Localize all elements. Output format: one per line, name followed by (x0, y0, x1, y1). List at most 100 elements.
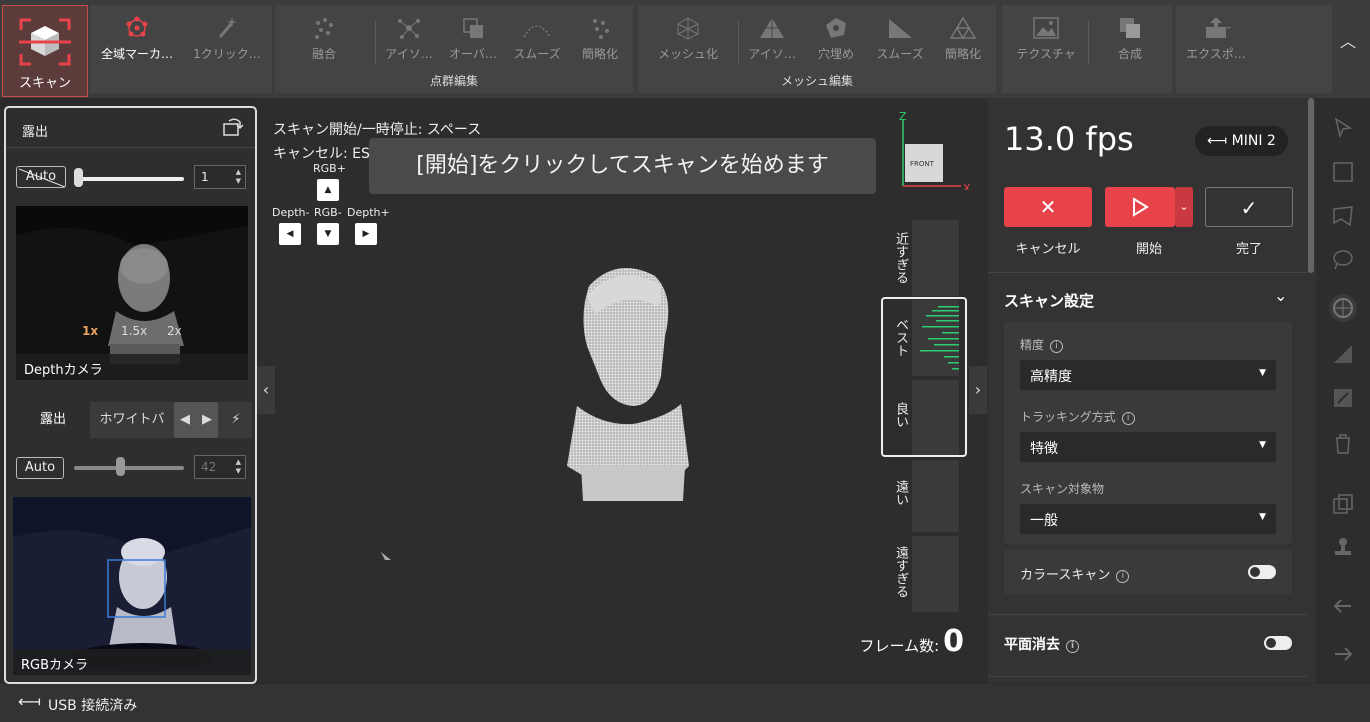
zoom-1-5x-button[interactable]: 1.5x (121, 324, 147, 338)
fuse-button[interactable]: 融合 (289, 5, 359, 71)
depth-exposure-slider[interactable] (76, 177, 184, 181)
fill-holes-icon (826, 18, 846, 38)
zoom-2x-button[interactable]: 2x (167, 324, 182, 338)
cursor-pointer-icon (381, 552, 391, 560)
sphere-view-icon[interactable] (1327, 292, 1359, 324)
collapse-left-panel-icon[interactable]: ‹ (257, 366, 275, 414)
chevron-down-icon[interactable]: ⌄ (1274, 286, 1287, 305)
expand-right-icon[interactable]: › (969, 366, 987, 414)
spin-arrows-icon[interactable]: ▲ ▼ (236, 168, 241, 186)
lasso-select-icon[interactable] (1331, 204, 1355, 228)
edit-tools-bar (1316, 98, 1370, 683)
start-scan-button[interactable] (1105, 187, 1175, 227)
depth-plus-key[interactable]: ▶ (355, 223, 377, 245)
spin-arrows-icon[interactable]: ▲ ▼ (236, 458, 241, 476)
depth-auto-button[interactable]: Auto (16, 166, 66, 188)
tab-exposure[interactable]: 露出 (16, 402, 90, 438)
pc-simplify-label: 簡略化 (581, 47, 618, 61)
precision-select[interactable]: 高精度 ▼ (1020, 360, 1276, 390)
3d-viewport[interactable]: スキャン開始/一時停止: スペース キャンセル: ES [開始]をクリックしてス… (257, 98, 988, 683)
scan-object-select[interactable]: 一般 ▼ (1020, 504, 1276, 534)
finish-scan-button[interactable]: ✓ (1205, 187, 1293, 227)
right-panel-scrollbar[interactable] (1308, 98, 1314, 273)
camera-panel: 露出 Auto 1 ▲ ▼ 1x 1.5x 2x Depthカメラ 露出 ホワイ… (4, 106, 257, 684)
done-label: 完了 (1235, 242, 1262, 257)
play-icon (1133, 197, 1149, 217)
zoom-1x-button[interactable]: 1x (82, 324, 98, 338)
tracking-select[interactable]: 特徴 ▼ (1020, 432, 1276, 462)
texture-label: テクスチャ (1016, 47, 1076, 61)
select-pointer-icon[interactable] (1331, 116, 1355, 140)
undo-icon[interactable] (1331, 594, 1355, 618)
plane-removal-toggle[interactable] (1264, 636, 1292, 650)
rgb-camera-label: RGBカメラ (13, 649, 251, 675)
scan-button[interactable]: スキャン (2, 5, 88, 97)
depth-minus-key[interactable]: ◀ (279, 223, 301, 245)
info-icon[interactable]: i (1116, 570, 1130, 583)
start-dropdown-icon[interactable]: ⌄ (1175, 187, 1193, 227)
info-icon[interactable]: i (1050, 340, 1064, 353)
pc-smooth-button[interactable]: スムーズ (505, 5, 569, 71)
export-dropdown-icon[interactable]: ⌄ (1224, 19, 1233, 32)
reset-icon[interactable] (221, 116, 243, 138)
depth-exposure-slider-thumb[interactable] (74, 168, 83, 187)
brush-select-icon[interactable] (1331, 248, 1355, 272)
overlap-button[interactable]: オーバ… (441, 5, 505, 71)
tab-prev-icon[interactable]: ◀ (174, 402, 196, 438)
info-icon[interactable]: i (1066, 640, 1079, 653)
divider (988, 614, 1308, 615)
plane-cut-icon[interactable] (1331, 342, 1355, 366)
quality-best-label: ベスト (893, 318, 908, 357)
merge-button[interactable]: 合成 (1092, 5, 1168, 71)
depth-plus-label: Depth+ (347, 206, 390, 219)
stamp-icon[interactable] (1331, 536, 1355, 560)
delete-icon[interactable] (1331, 432, 1355, 456)
redo-icon[interactable] (1331, 642, 1355, 666)
depth-exposure-spinbox[interactable]: 1 ▲ ▼ (194, 165, 246, 189)
copy-icon[interactable] (1331, 492, 1355, 516)
mesh-isolation-button[interactable]: アイソ… (740, 5, 804, 71)
pc-isolation-button[interactable]: アイソ… (377, 5, 441, 71)
texture-button[interactable]: テクスチャ (1006, 5, 1086, 71)
invert-selection-icon[interactable] (1331, 386, 1355, 410)
usb-icon: ⟻ (1207, 133, 1228, 149)
color-scan-toggle[interactable] (1248, 565, 1276, 579)
scan-settings-title[interactable]: スキャン設定 (1004, 290, 1094, 311)
quality-too-close-label: 近すぎる (893, 232, 908, 284)
rgb-exposure-slider[interactable] (74, 466, 184, 470)
rgb-minus-key[interactable]: ▼ (317, 223, 339, 245)
collapse-toolbar-icon[interactable]: ︿ (1340, 28, 1356, 52)
global-marker-label: 全域マーカ… (100, 47, 173, 61)
cancel-scan-button[interactable]: ✕ (1004, 187, 1092, 227)
tab-next-icon[interactable]: ▶ (196, 402, 218, 438)
mesh-label: メッシュ化 (657, 47, 718, 61)
global-marker-button[interactable]: 全域マーカ… (94, 5, 180, 71)
overlap-icon (463, 18, 483, 38)
scan-control-panel: 13.0 fps ⟻ MINI 2 ✕ ⌄ ✓ キャンセル 開始 完了 スキャン… (988, 98, 1316, 683)
rgb-exposure-spinbox[interactable]: 42 ▲ ▼ (194, 455, 246, 479)
tab-white-balance[interactable]: ホワイトバ (90, 402, 174, 438)
rect-select-icon[interactable] (1331, 160, 1355, 184)
pc-simplify-button[interactable]: 簡略化 (569, 5, 631, 71)
point-cloud-edit-caption: 点群編集 (429, 74, 478, 88)
rgb-exposure-slider-thumb[interactable] (116, 457, 125, 476)
mesh-simplify-button[interactable]: 簡略化 (932, 5, 994, 71)
caret-down-icon: ▼ (1259, 512, 1266, 522)
mesh-smooth-button[interactable]: スムーズ (868, 5, 932, 71)
orientation-cube[interactable]: FRONT Z X (893, 108, 975, 190)
rgb-auto-button[interactable]: Auto (16, 457, 64, 479)
rgb-plus-key[interactable]: ▲ (317, 179, 339, 201)
export-button[interactable]: エクスポ… (1180, 5, 1252, 71)
toolbar-separator (738, 21, 739, 65)
divider (988, 272, 1308, 273)
flash-off-icon[interactable]: ⚡ (220, 402, 252, 438)
info-icon[interactable]: i (1121, 412, 1135, 425)
distance-bar-too-far (912, 536, 959, 612)
scan-label: スキャン (18, 76, 71, 91)
mesh-button[interactable]: メッシュ化 (650, 5, 726, 71)
one-click-button[interactable]: 1クリック… (184, 5, 270, 71)
mesh-smooth-icon (889, 19, 912, 38)
fill-holes-button[interactable]: 穴埋め (804, 5, 868, 71)
toolbar-group-texture: テクスチャ 合成 (1002, 5, 1172, 93)
simplify-icon (593, 19, 609, 39)
